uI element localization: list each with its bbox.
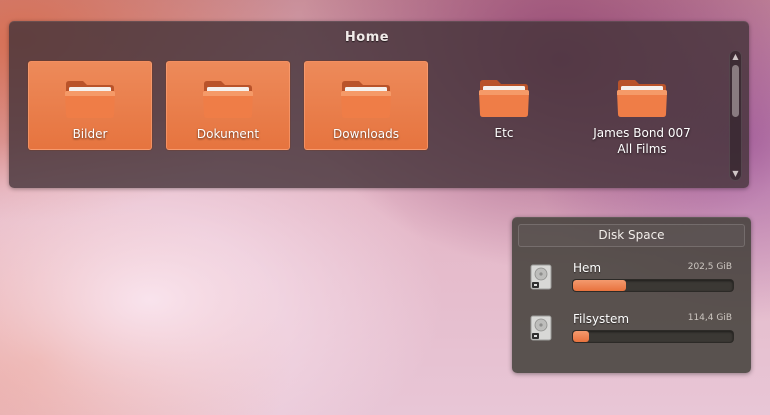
folder-item-james-bond[interactable]: James Bond 007 All Films bbox=[580, 61, 704, 156]
folder-label: Bilder bbox=[72, 127, 108, 141]
drive-name: Hem bbox=[573, 261, 602, 275]
folder-label: Etc bbox=[494, 126, 514, 140]
hard-drive-icon bbox=[530, 264, 552, 290]
folder-grid: Bilder Dokument Downloads Etc James Bond… bbox=[28, 61, 718, 156]
folder-icon bbox=[341, 81, 391, 118]
folder-icon bbox=[479, 80, 529, 117]
usage-bar bbox=[572, 279, 734, 292]
vertical-scrollbar[interactable]: ▲ ▼ bbox=[729, 50, 742, 181]
drive-size: 114,4 GiB bbox=[687, 313, 732, 323]
scroll-up-icon[interactable]: ▲ bbox=[730, 52, 741, 62]
folder-label: Downloads bbox=[333, 127, 399, 141]
folder-icon bbox=[203, 81, 253, 118]
drive-name: Filsystem bbox=[573, 312, 630, 326]
folder-item-dokument[interactable]: Dokument bbox=[166, 61, 290, 150]
home-folder-panel: Home Bilder Dokument Downloads Etc James… bbox=[9, 21, 749, 188]
hard-drive-icon bbox=[530, 315, 552, 341]
scroll-down-icon[interactable]: ▼ bbox=[730, 169, 741, 179]
folder-label: James Bond 007 All Films bbox=[593, 126, 691, 156]
drive-row-filsystem[interactable]: Filsystem 114,4 GiB bbox=[512, 312, 751, 352]
folder-label: Dokument bbox=[196, 127, 260, 141]
disk-space-title: Disk Space bbox=[518, 224, 745, 247]
drive-size: 202,5 GiB bbox=[687, 262, 732, 272]
folder-item-downloads[interactable]: Downloads bbox=[304, 61, 428, 150]
folder-item-etc[interactable]: Etc bbox=[442, 61, 566, 150]
drive-row-hem[interactable]: Hem 202,5 GiB bbox=[512, 261, 751, 301]
folder-icon bbox=[617, 80, 667, 117]
usage-bar-fill bbox=[573, 280, 626, 291]
folder-icon bbox=[65, 81, 115, 118]
folder-item-bilder[interactable]: Bilder bbox=[28, 61, 152, 150]
disk-space-panel: Disk Space Hem 202,5 GiB Filsystem 114,4… bbox=[512, 217, 751, 373]
home-panel-title: Home bbox=[344, 30, 390, 45]
usage-bar bbox=[572, 330, 734, 343]
scroll-thumb[interactable] bbox=[732, 65, 739, 117]
usage-bar-fill bbox=[573, 331, 589, 342]
